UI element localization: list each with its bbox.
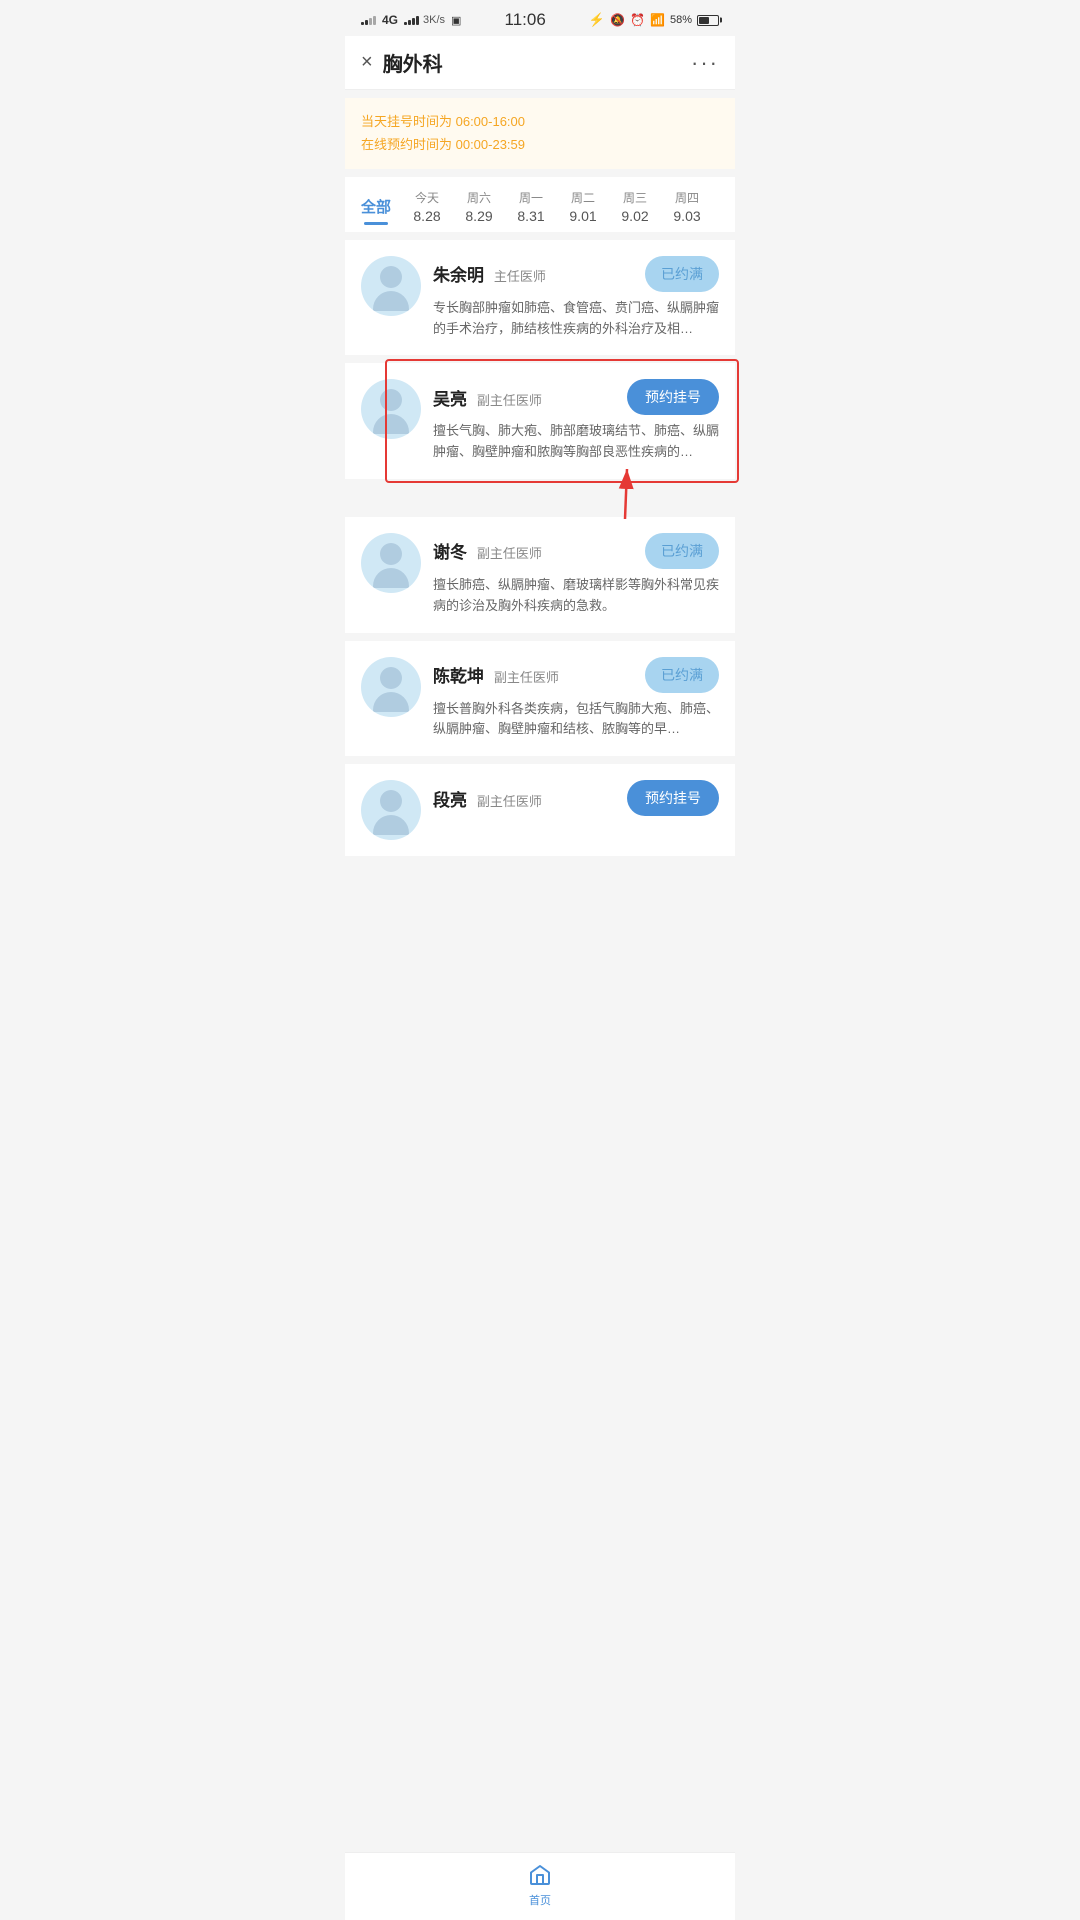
tab-9.02[interactable]: 周三 9.02 bbox=[609, 177, 661, 232]
status-bar: 4G 3K/s ▣ 11:06 ⚡ 🔕 ⏰ 📶 58% bbox=[345, 0, 735, 36]
clock: 11:06 bbox=[505, 10, 546, 30]
home-icon bbox=[526, 1861, 554, 1889]
doctor-card-chen-qiankun: 陈乾坤 副主任医师 已约满 擅长普胸外科各类疾病，包括气胸肺大疱、肺癌、纵膈肿瘤… bbox=[345, 641, 735, 757]
doctor-title: 主任医师 bbox=[494, 269, 546, 284]
date-tabs: 全部 今天 8.28 周六 8.29 周一 8.31 周二 9.01 周三 9.… bbox=[345, 177, 735, 232]
doctor-card-wu-liang: 吴亮 副主任医师 预约挂号 擅长气胸、肺大疱、肺部磨玻璃结节、肺癌、纵膈肿瘤、胸… bbox=[345, 363, 735, 479]
avatar-zhu-yuming bbox=[361, 256, 421, 316]
doctor-card-duan-liang: 段亮 副主任医师 预约挂号 bbox=[345, 764, 735, 856]
doctor-title-xie: 副主任医师 bbox=[477, 546, 542, 561]
battery-icon bbox=[697, 15, 719, 26]
doctor-desc-wu: 擅长气胸、肺大疱、肺部磨玻璃结节、肺癌、纵膈肿瘤、胸壁肿瘤和脓胸等胸部良恶性疾病… bbox=[433, 421, 719, 463]
doctor-name-row-wu: 吴亮 副主任医师 预约挂号 bbox=[433, 379, 719, 415]
doctor-card-xie-dong: 谢冬 副主任医师 已约满 擅长肺癌、纵膈肿瘤、磨玻璃样影等胸外科常见疾病的诊治及… bbox=[345, 517, 735, 633]
doctor-name-title-wu: 吴亮 副主任医师 bbox=[433, 385, 542, 410]
avatar-chen-qiankun bbox=[361, 657, 421, 717]
doctor-info-xie-dong: 谢冬 副主任医师 已约满 擅长肺癌、纵膈肿瘤、磨玻璃样影等胸外科常见疾病的诊治及… bbox=[433, 533, 719, 617]
notice-line1: 当天挂号时间为 06:00-16:00 bbox=[361, 110, 719, 133]
page-title: 胸外科 bbox=[383, 48, 443, 77]
doctor-name-title: 朱余明 主任医师 bbox=[433, 261, 546, 286]
tab-9.01[interactable]: 周二 9.01 bbox=[557, 177, 609, 232]
header-left: × 胸外科 bbox=[361, 48, 443, 77]
doctor-name-title-xie: 谢冬 副主任医师 bbox=[433, 538, 542, 563]
status-left: 4G 3K/s ▣ bbox=[361, 13, 461, 27]
book-full-button-xie[interactable]: 已约满 bbox=[645, 533, 719, 569]
book-full-button-zhu[interactable]: 已约满 bbox=[645, 256, 719, 292]
doctor-name-chen: 陈乾坤 bbox=[433, 667, 484, 686]
tab-all[interactable]: 全部 bbox=[351, 184, 401, 225]
book-button-wu[interactable]: 预约挂号 bbox=[627, 379, 719, 415]
doctor-info-wu-liang: 吴亮 副主任医师 预约挂号 擅长气胸、肺大疱、肺部磨玻璃结节、肺癌、纵膈肿瘤、胸… bbox=[433, 379, 719, 463]
doctor-name-row-chen: 陈乾坤 副主任医师 已约满 bbox=[433, 657, 719, 693]
notice-line2: 在线预约时间为 00:00-23:59 bbox=[361, 133, 719, 156]
doctor-name-row: 朱余明 主任医师 已约满 bbox=[433, 256, 719, 292]
tab-8.31[interactable]: 周一 8.31 bbox=[505, 177, 557, 232]
mute-icon: 🔕 bbox=[610, 13, 625, 27]
doctor-desc: 专长胸部肿瘤如肺癌、食管癌、贲门癌、纵膈肿瘤的手术治疗，肺结核性疾病的外科治疗及… bbox=[433, 298, 719, 340]
doctor-title-chen: 副主任医师 bbox=[494, 670, 559, 685]
doctor-name-wu: 吴亮 bbox=[433, 390, 467, 409]
tab-8.29[interactable]: 周六 8.29 bbox=[453, 177, 505, 232]
bottom-nav: 首页 bbox=[345, 1852, 735, 1920]
doctor-info-chen: 陈乾坤 副主任医师 已约满 擅长普胸外科各类疾病，包括气胸肺大疱、肺癌、纵膈肿瘤… bbox=[433, 657, 719, 741]
doctor-name-row-duan: 段亮 副主任医师 预约挂号 bbox=[433, 780, 719, 816]
storage-icon: ▣ bbox=[451, 14, 461, 27]
battery-label: 58% bbox=[670, 14, 692, 26]
doctor-desc-chen: 擅长普胸外科各类疾病，包括气胸肺大疱、肺癌、纵膈肿瘤、胸壁肿瘤和结核、脓胸等的早… bbox=[433, 699, 719, 741]
doctor-info-duan: 段亮 副主任医师 预约挂号 bbox=[433, 780, 719, 822]
doctor-card-zhu-yuming: 朱余明 主任医师 已约满 专长胸部肿瘤如肺癌、食管癌、贲门癌、纵膈肿瘤的手术治疗… bbox=[345, 240, 735, 356]
avatar-duan-liang bbox=[361, 780, 421, 840]
notice-bar: 当天挂号时间为 06:00-16:00 在线预约时间为 00:00-23:59 bbox=[345, 98, 735, 169]
doctor-title-duan: 副主任医师 bbox=[477, 794, 542, 809]
arrow-spacer bbox=[345, 487, 735, 517]
tab-9.03[interactable]: 周四 9.03 bbox=[661, 177, 713, 232]
signal-icon bbox=[361, 16, 376, 25]
doctor-name: 朱余明 bbox=[433, 266, 484, 285]
doctor-info-zhu-yuming: 朱余明 主任医师 已约满 专长胸部肿瘤如肺癌、食管癌、贲门癌、纵膈肿瘤的手术治疗… bbox=[433, 256, 719, 340]
bluetooth-icon: ⚡ bbox=[589, 12, 605, 28]
wifi-icon: 📶 bbox=[650, 13, 665, 27]
nav-home[interactable]: 首页 bbox=[526, 1861, 554, 1908]
header: × 胸外科 ··· bbox=[345, 36, 735, 90]
network-label: 4G bbox=[382, 13, 398, 27]
nav-home-label: 首页 bbox=[529, 1892, 551, 1908]
doctor-name-title-chen: 陈乾坤 副主任医师 bbox=[433, 662, 559, 687]
avatar-wu-liang bbox=[361, 379, 421, 439]
book-full-button-chen[interactable]: 已约满 bbox=[645, 657, 719, 693]
status-right: ⚡ 🔕 ⏰ 📶 58% bbox=[589, 12, 719, 28]
book-button-duan[interactable]: 预约挂号 bbox=[627, 780, 719, 816]
doctor-name-xie: 谢冬 bbox=[433, 543, 467, 562]
more-button[interactable]: ··· bbox=[691, 50, 719, 76]
alarm-icon: ⏰ bbox=[630, 13, 645, 27]
signal-icon2 bbox=[404, 16, 419, 25]
red-arrow bbox=[565, 459, 645, 529]
doctor-name-row-xie: 谢冬 副主任医师 已约满 bbox=[433, 533, 719, 569]
tab-8.28[interactable]: 今天 8.28 bbox=[401, 177, 453, 232]
doctor-name-title-duan: 段亮 副主任医师 bbox=[433, 786, 542, 811]
doctor-desc-xie: 擅长肺癌、纵膈肿瘤、磨玻璃样影等胸外科常见疾病的诊治及胸外科疾病的急救。 bbox=[433, 575, 719, 617]
avatar-xie-dong bbox=[361, 533, 421, 593]
close-button[interactable]: × bbox=[361, 51, 373, 74]
doctor-title-wu: 副主任医师 bbox=[477, 393, 542, 408]
doctor-list: 朱余明 主任医师 已约满 专长胸部肿瘤如肺癌、食管癌、贲门癌、纵膈肿瘤的手术治疗… bbox=[345, 240, 735, 934]
doctor-name-duan: 段亮 bbox=[433, 791, 467, 810]
speed-label: 3K/s bbox=[423, 14, 445, 26]
